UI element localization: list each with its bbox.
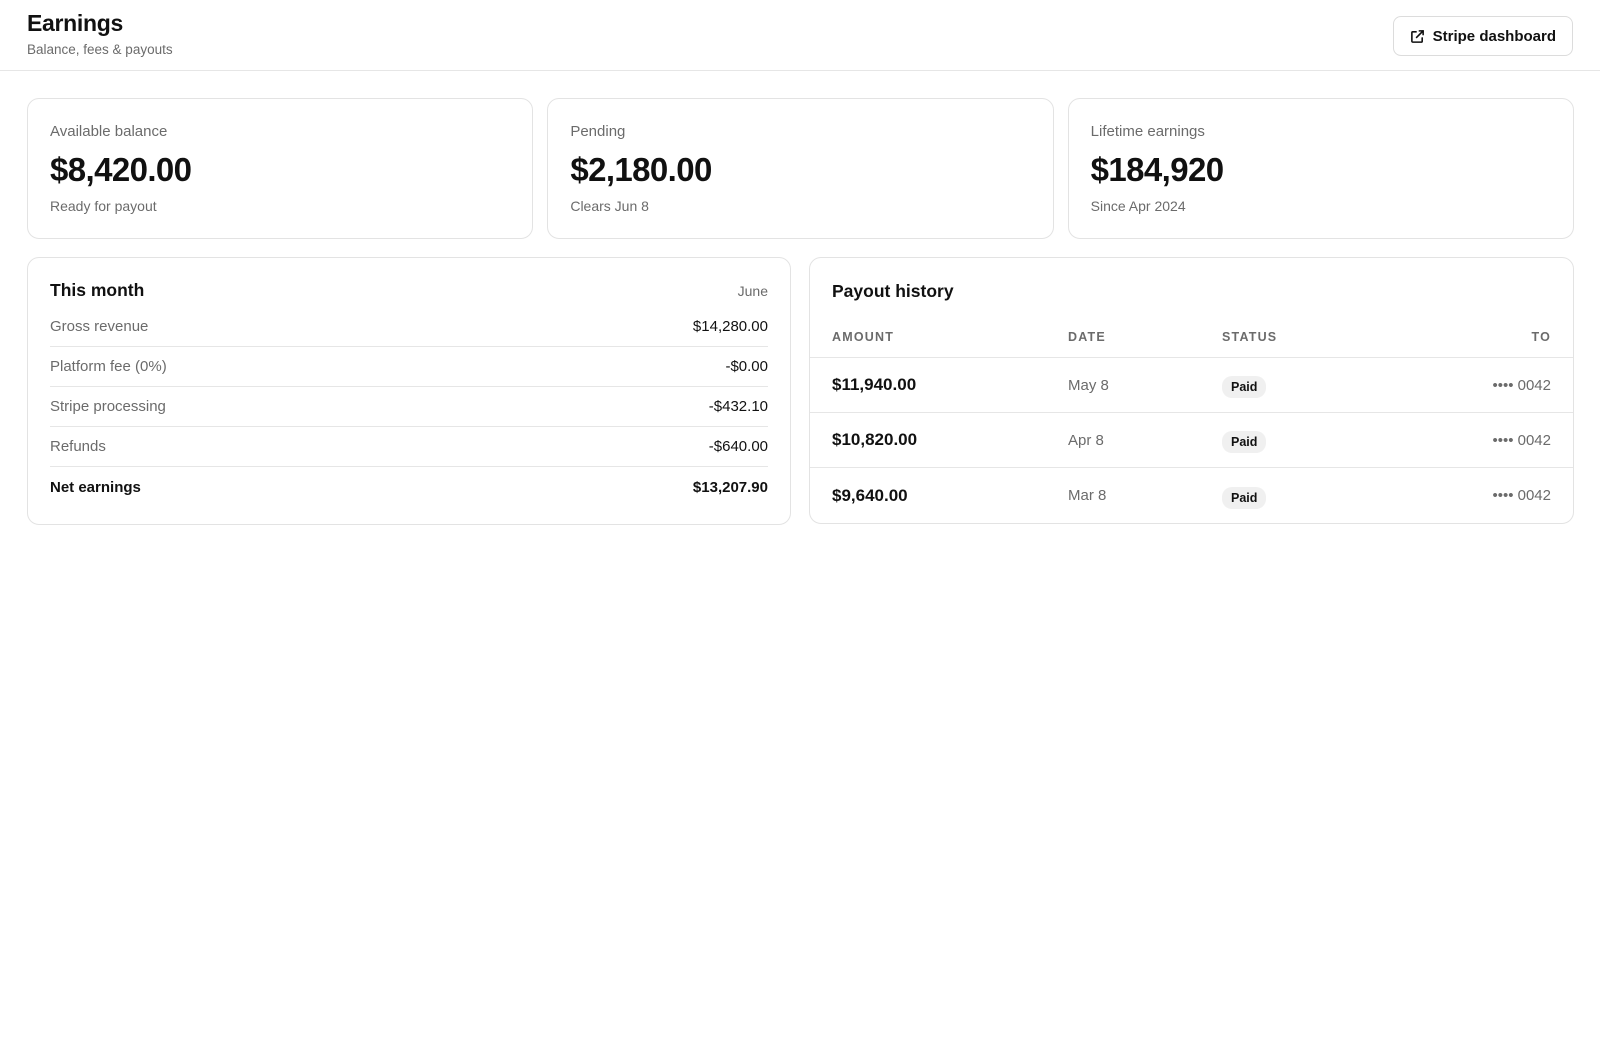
line-item-value: -$640.00 (708, 438, 768, 455)
stat-value: $8,420.00 (50, 151, 192, 188)
payout-history-title: Payout history (832, 281, 954, 301)
payout-history-card: Payout history AMOUNT DATE STATUS TO $11… (809, 257, 1574, 524)
page-title: Earnings (27, 10, 124, 36)
stat-label: Lifetime earnings (1090, 123, 1205, 140)
table-header: AMOUNT DATE STATUS TO (810, 316, 1573, 358)
page-header: Earnings Balance, fees & payouts Stripe … (0, 0, 1600, 71)
line-item-value: -$432.10 (708, 398, 768, 415)
line-item-label: Refunds (50, 438, 106, 455)
line-item-value: $14,280.00 (692, 318, 768, 335)
payout-destination: •••• 0042 (1492, 487, 1551, 504)
stat-card-lifetime-earnings: Lifetime earnings $184,920 Since Apr 202… (1067, 98, 1574, 239)
payout-amount: $10,820.00 (832, 430, 918, 449)
line-item-label: Net earnings (50, 478, 141, 496)
column-header-amount: AMOUNT (832, 329, 895, 344)
payout-date: Apr 8 (1068, 431, 1104, 449)
column-header-to: TO (1531, 329, 1551, 344)
table-row[interactable]: $10,820.00 Apr 8 Paid •••• 0042 (810, 413, 1573, 468)
column-header-status: STATUS (1222, 329, 1278, 344)
stat-note: Since Apr 2024 (1090, 198, 1186, 214)
column-header-date: DATE (1068, 329, 1106, 344)
month-label: June (737, 283, 768, 299)
line-item-value: -$0.00 (725, 358, 768, 375)
page-subtitle: Balance, fees & payouts (27, 42, 173, 57)
stat-card-pending: Pending $2,180.00 Clears Jun 8 (547, 98, 1054, 239)
line-item-label: Platform fee (0%) (50, 358, 167, 375)
stat-note: Clears Jun 8 (570, 198, 649, 214)
table-row[interactable]: $11,940.00 May 8 Paid •••• 0042 (810, 358, 1573, 413)
payout-amount: $11,940.00 (832, 375, 917, 394)
payout-destination: •••• 0042 (1492, 431, 1551, 449)
stat-card-available-balance: Available balance $8,420.00 Ready for pa… (27, 98, 534, 239)
stripe-dashboard-button[interactable]: Stripe dashboard (1392, 16, 1573, 56)
stripe-dashboard-label: Stripe dashboard (1432, 27, 1556, 45)
this-month-title: This month (50, 280, 145, 300)
status-badge: Paid (1222, 486, 1267, 509)
line-item-label: Gross revenue (50, 318, 149, 335)
table-row[interactable]: $9,640.00 Mar 8 Paid •••• 0042 (810, 468, 1573, 523)
stats-row: Available balance $8,420.00 Ready for pa… (27, 98, 1574, 239)
line-item-net-earnings: Net earnings $13,207.90 (50, 467, 768, 507)
this-month-card: This month June Gross revenue $14,280.00… (27, 257, 791, 525)
external-link-icon (1410, 29, 1425, 44)
payout-destination: •••• 0042 (1492, 376, 1551, 394)
line-item-platform-fee: Platform fee (0%) -$0.00 (50, 347, 768, 387)
status-badge: Paid (1222, 431, 1267, 453)
stat-label: Available balance (50, 123, 168, 140)
stat-value: $2,180.00 (570, 151, 712, 188)
payout-date: Mar 8 (1068, 487, 1107, 504)
stat-value: $184,920 (1090, 151, 1224, 188)
stat-label: Pending (570, 123, 626, 140)
payout-amount: $9,640.00 (832, 485, 908, 505)
stat-note: Ready for payout (50, 198, 157, 214)
line-item-gross-revenue: Gross revenue $14,280.00 (50, 307, 768, 347)
line-item-stripe-processing: Stripe processing -$432.10 (50, 387, 768, 427)
line-item-label: Stripe processing (50, 398, 166, 415)
line-item-value: $13,207.90 (692, 478, 768, 496)
payout-date: May 8 (1068, 376, 1109, 394)
status-badge: Paid (1222, 376, 1267, 398)
line-item-refunds: Refunds -$640.00 (50, 427, 768, 467)
